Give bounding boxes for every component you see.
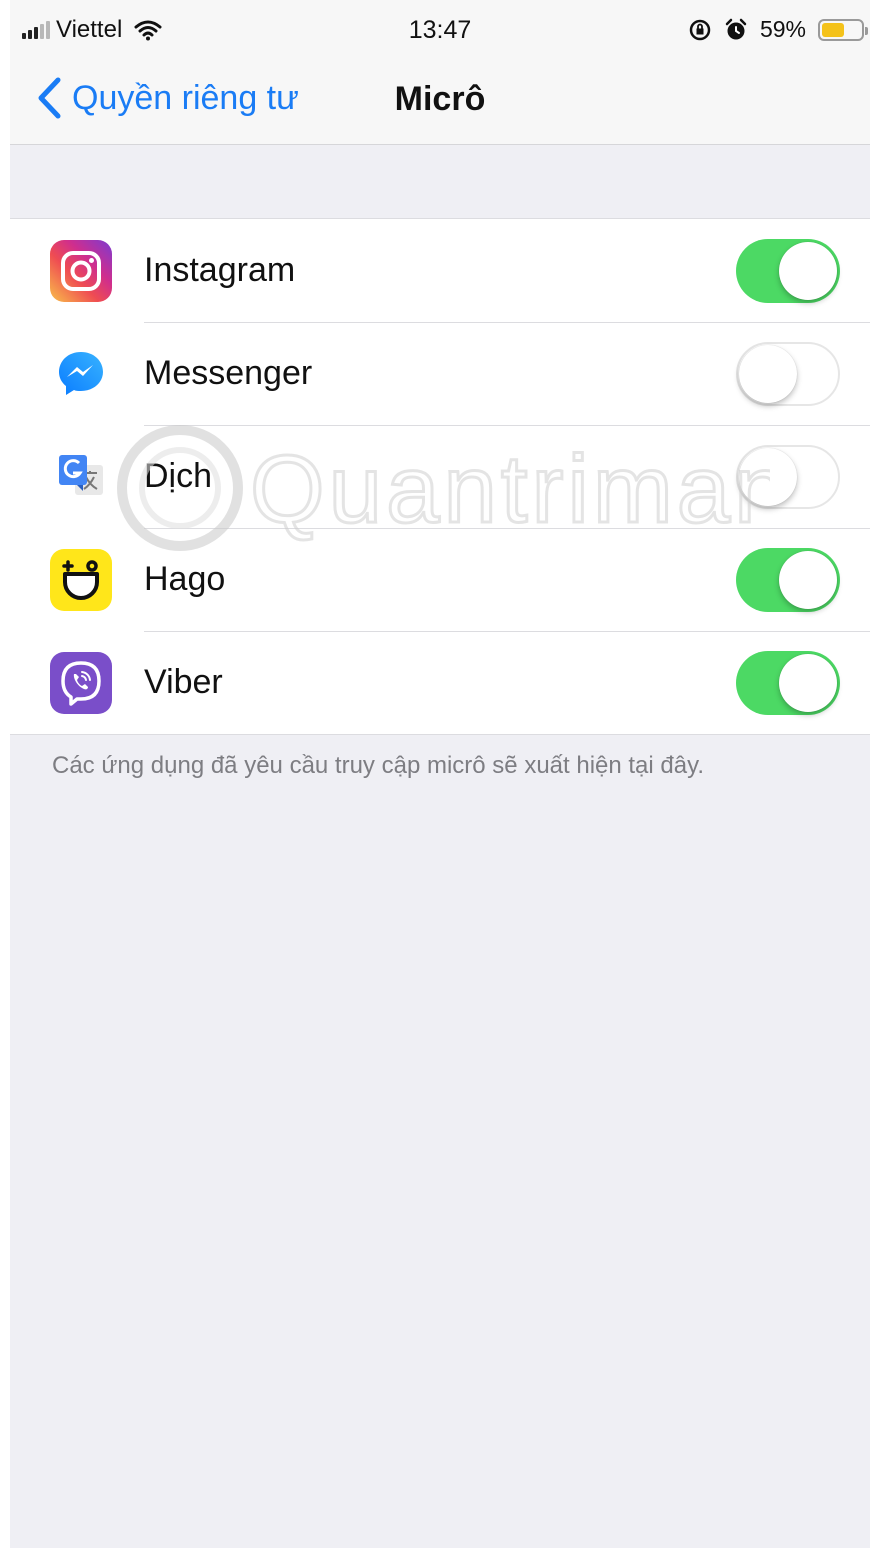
viber-mic-toggle[interactable] [736,650,840,715]
app-name: Messenger [144,354,313,392]
toggle-knob [739,344,797,403]
hago-icon [50,548,112,611]
google-translate-icon [50,445,112,508]
screen-lock-icon [689,19,711,40]
list-item: Dịch [10,425,870,528]
translate-mic-toggle[interactable] [736,444,840,509]
battery-level [822,22,844,37]
alarm-icon [725,18,747,39]
viber-icon [50,651,112,714]
toggle-knob [739,447,797,506]
app-name: Instagram [144,251,296,289]
battery-icon [818,18,868,41]
settings-screen: Viettel 13:47 59% Quyền riêng tư Micrô I… [10,0,870,1548]
app-name: Dịch [144,457,213,495]
navigation-bar: Quyền riêng tư Micrô [10,60,870,145]
list-item: Hago [10,528,870,631]
app-permission-list: Instagram Messenger Dịch Hago Viber [10,218,870,735]
toggle-knob [779,653,837,712]
app-name: Viber [144,663,223,701]
toggle-knob [779,550,837,609]
page-title: Micrô [394,80,486,118]
footer-note: Các ứng dụng đã yêu cầu truy cập micrô s… [52,752,704,779]
instagram-icon [50,239,112,302]
list-item: Messenger [10,322,870,425]
messenger-icon [50,342,112,405]
status-bar: Viettel 13:47 59% [10,0,870,60]
hago-mic-toggle[interactable] [736,547,840,612]
list-item: Viber [10,631,870,734]
battery-percent: 59% [759,16,806,42]
toggle-knob [779,241,837,300]
messenger-mic-toggle[interactable] [736,341,840,406]
list-item: Instagram [10,219,870,322]
instagram-mic-toggle[interactable] [736,238,840,303]
app-name: Hago [144,560,226,598]
